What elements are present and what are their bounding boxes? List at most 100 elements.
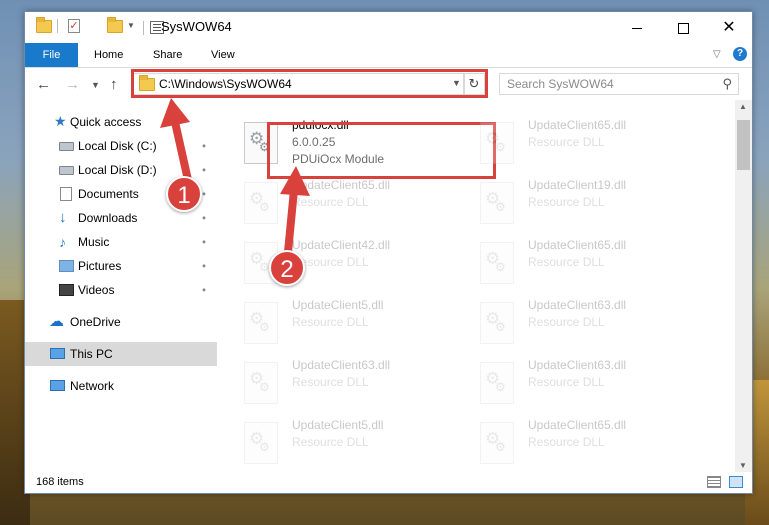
file-name: UpdateClient65.dll <box>292 178 391 192</box>
file-item[interactable]: UpdateClient19.dll Resource DLL <box>471 174 707 232</box>
file-list: pduiocx.dll 6.0.0.25 PDUiOcx Module Upda… <box>235 100 733 472</box>
sidebar-item-label: Local Disk (D:) <box>78 163 157 177</box>
pictures-icon <box>59 260 74 272</box>
sidebar-item-music[interactable]: ♪ Music ⬩ <box>25 230 217 254</box>
file-name: UpdateClient5.dll <box>292 418 384 432</box>
title-separator <box>143 21 144 35</box>
details-view-icon[interactable] <box>707 476 721 488</box>
sidebar-item-label: Pictures <box>78 259 122 273</box>
file-item[interactable]: UpdateClient63.dll Resource DLL <box>471 354 707 412</box>
search-input[interactable]: Search SysWOW64 ⚲ <box>499 73 739 95</box>
file-item[interactable]: UpdateClient5.dll Resource DLL <box>235 414 471 472</box>
file-type: Resource DLL <box>292 375 369 389</box>
file-item[interactable]: UpdateClient65.dll Resource DLL <box>471 114 707 172</box>
disk-icon <box>59 166 74 175</box>
help-icon[interactable]: ? <box>733 47 747 61</box>
file-name: UpdateClient65.dll <box>528 118 627 132</box>
callout-2-badge: 2 <box>269 250 305 286</box>
download-icon: ↓ <box>59 209 67 226</box>
file-name: UpdateClient63.dll <box>528 298 627 312</box>
tab-view[interactable]: View <box>211 43 235 67</box>
music-icon: ♪ <box>59 234 66 250</box>
dll-file-icon <box>480 422 514 464</box>
item-count: 168 items <box>36 476 84 488</box>
explorer-window: ✓ ▼ SysWOW64 ✕ File Home Share View ▽ ? … <box>24 11 753 494</box>
search-icon[interactable]: ⚲ <box>722 76 732 92</box>
new-folder-icon[interactable] <box>107 17 124 33</box>
file-type: Resource DLL <box>528 435 605 449</box>
file-type: Resource DLL <box>292 435 369 449</box>
forward-arrow-icon[interactable]: → <box>65 76 80 93</box>
expand-ribbon-chevron-icon[interactable]: ▽ <box>713 49 721 60</box>
sidebar-item-videos[interactable]: Videos ⬩ <box>25 278 217 302</box>
file-type: Resource DLL <box>528 375 605 389</box>
tab-file[interactable]: File <box>25 43 78 67</box>
large-icons-view-icon[interactable] <box>729 476 743 488</box>
file-item[interactable]: UpdateClient5.dll Resource DLL <box>235 294 471 352</box>
pin-icon[interactable]: ⬩ <box>202 278 206 302</box>
file-item[interactable]: UpdateClient65.dll Resource DLL <box>235 174 471 232</box>
file-item[interactable]: UpdateClient63.dll Resource DLL <box>471 294 707 352</box>
callout-1-badge: 1 <box>166 176 202 212</box>
sidebar-item-onedrive[interactable]: ☁ OneDrive <box>25 310 217 334</box>
tab-home[interactable]: Home <box>94 43 123 67</box>
recent-locations-chevron-icon[interactable]: ▼ <box>91 80 100 90</box>
sidebar-item-label: Network <box>70 379 115 393</box>
file-item[interactable]: UpdateClient65.dll Resource DLL <box>471 234 707 292</box>
sidebar-item-network[interactable]: Network <box>25 374 217 398</box>
file-type: Resource DLL <box>528 135 605 149</box>
scroll-up-arrow-icon[interactable]: ▲ <box>739 102 747 111</box>
file-name: UpdateClient19.dll <box>528 178 627 192</box>
pin-icon[interactable]: ⬩ <box>202 158 206 182</box>
dll-file-icon <box>244 362 278 404</box>
scrollbar-thumb[interactable] <box>737 120 750 170</box>
toolbar-dropdown-icon[interactable]: ▼ <box>127 21 135 30</box>
file-type: Resource DLL <box>528 315 605 329</box>
close-button[interactable]: ✕ <box>706 12 752 43</box>
sidebar-item-label: Music <box>78 235 110 249</box>
quick-access-toolbar-separator <box>57 19 58 36</box>
navigation-pane: ★ Quick access Local Disk (C:) ⬩ Local D… <box>25 100 217 472</box>
file-item[interactable]: UpdateClient63.dll Resource DLL <box>235 354 471 412</box>
window-title: SysWOW64 <box>161 19 232 34</box>
videos-icon <box>59 284 74 296</box>
properties-check-icon[interactable]: ✓ <box>68 19 80 33</box>
dll-file-icon <box>480 362 514 404</box>
pin-icon[interactable]: ⬩ <box>202 134 206 158</box>
sidebar-item-label: Videos <box>78 283 115 297</box>
ribbon-tabs: File Home Share View ▽ ? <box>25 43 752 68</box>
computer-icon <box>50 348 65 359</box>
scroll-down-arrow-icon[interactable]: ▼ <box>739 461 747 470</box>
close-icon: ✕ <box>722 19 736 36</box>
maximize-button[interactable] <box>660 12 706 43</box>
file-name: UpdateClient42.dll <box>292 238 391 252</box>
sidebar-item-quick-access[interactable]: ★ Quick access <box>25 110 217 134</box>
file-name: UpdateClient63.dll <box>292 358 391 372</box>
dll-file-icon <box>244 302 278 344</box>
up-arrow-icon[interactable]: ↑ <box>110 76 118 93</box>
dll-file-icon <box>480 182 514 224</box>
pin-icon[interactable]: ⬩ <box>202 206 206 230</box>
sidebar-item-this-pc[interactable]: This PC <box>25 342 217 366</box>
pin-icon[interactable]: ⬩ <box>202 182 206 206</box>
disk-icon <box>59 142 74 151</box>
vertical-scrollbar[interactable]: ▲ ▼ <box>735 100 752 472</box>
file-name: UpdateClient5.dll <box>292 298 384 312</box>
navigation-bar: ← → ▼ ↑ C:\Windows\SysWOW64 ▼ ↻ Search S… <box>25 68 752 100</box>
pin-icon[interactable]: ⬩ <box>202 230 206 254</box>
sidebar-item-pictures[interactable]: Pictures ⬩ <box>25 254 217 278</box>
maximize-icon <box>677 22 689 34</box>
dll-file-icon <box>480 122 514 164</box>
file-item[interactable]: UpdateClient65.dll Resource DLL <box>471 414 707 472</box>
file-name: UpdateClient63.dll <box>528 358 627 372</box>
minimize-button[interactable] <box>614 12 660 43</box>
pin-icon[interactable]: ⬩ <box>202 254 206 278</box>
sidebar-item-label: Local Disk (C:) <box>78 139 157 153</box>
back-arrow-icon[interactable]: ← <box>36 76 51 93</box>
tab-share[interactable]: Share <box>153 43 182 67</box>
minimize-icon <box>632 27 642 29</box>
sidebar-item-label: OneDrive <box>70 315 121 329</box>
sidebar-item-label: Documents <box>78 187 139 201</box>
sidebar-item-local-disk-c[interactable]: Local Disk (C:) ⬩ <box>25 134 217 158</box>
file-name: UpdateClient65.dll <box>528 238 627 252</box>
